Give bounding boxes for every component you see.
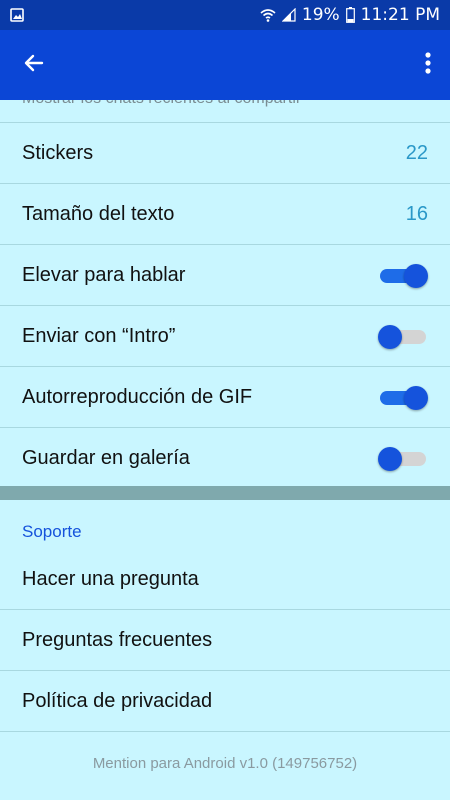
toggle-knob [404,264,428,288]
support-section-header: Soporte [22,522,82,541]
status-bar: 19% 11:21 PM [0,0,450,30]
signal-icon [281,8,296,22]
toggle-knob [378,325,402,349]
more-vert-icon [425,52,431,78]
image-icon [10,7,24,22]
setting-label: Tamaño del texto [22,203,175,225]
settings-list: Stickers 22 Tamaño del texto 16 Elevar p… [0,123,450,488]
setting-row-text-size[interactable]: Tamaño del texto 16 [0,184,450,245]
back-arrow-icon [22,51,46,79]
support-item-label: Política de privacidad [22,690,213,712]
app-version-text: Mention para Android v1.0 (149756752) [92,755,358,772]
setting-row-send-with-enter[interactable]: Enviar con “Intro” [0,306,450,367]
setting-value: 22 [405,142,428,164]
support-list: Hacer una pregunta Preguntas frecuentes … [0,549,450,732]
more-options-button[interactable] [416,47,440,83]
battery-text: 19% [301,5,340,25]
setting-label: Guardar en galería [22,447,190,469]
wifi-icon [260,8,276,22]
back-button[interactable] [14,47,54,83]
setting-row-stickers[interactable]: Stickers 22 [0,123,450,184]
setting-label: Stickers [22,142,94,164]
gif-autoplay-toggle[interactable] [380,386,428,410]
raise-to-speak-toggle[interactable] [380,264,428,288]
setting-row-save-to-gallery[interactable]: Guardar en galería [0,428,450,488]
toggle-knob [378,447,402,471]
setting-row-gif-autoplay[interactable]: Autorreproducción de GIF [0,367,450,428]
partial-setting-label: Mostrar los chats recientes al compartir [22,100,301,108]
setting-row-raise-to-speak[interactable]: Elevar para hablar [0,245,450,306]
battery-icon [345,7,355,23]
setting-label: Elevar para hablar [22,264,186,286]
clock-text: 11:21 PM [360,5,440,25]
partial-setting-row[interactable]: Mostrar los chats recientes al compartir [0,100,450,123]
send-with-enter-toggle[interactable] [378,325,426,349]
support-item-label: Preguntas frecuentes [22,629,213,651]
app-bar [0,30,450,100]
setting-value: 16 [405,203,428,225]
setting-label: Enviar con “Intro” [22,325,176,347]
support-item-ask-question[interactable]: Hacer una pregunta [0,549,450,610]
section-divider [0,486,450,500]
support-item-privacy-policy[interactable]: Política de privacidad [0,671,450,732]
save-to-gallery-toggle[interactable] [378,447,426,471]
toggle-knob [404,386,428,410]
support-item-label: Hacer una pregunta [22,568,199,590]
status-icons: 19% 11:21 PM [260,0,440,30]
support-item-faq[interactable]: Preguntas frecuentes [0,610,450,671]
setting-label: Autorreproducción de GIF [22,386,253,408]
